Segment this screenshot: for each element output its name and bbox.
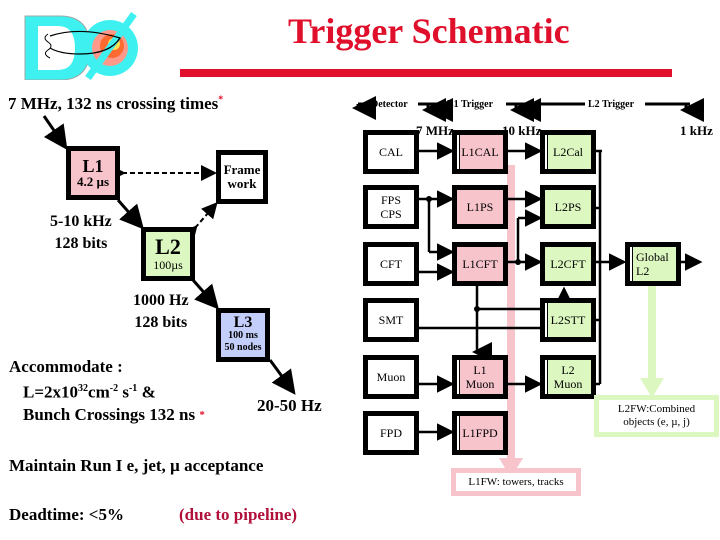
- l1-cft: L1CFT: [452, 242, 508, 286]
- stage-detector: Detector: [371, 99, 408, 110]
- right-flow-lines: [352, 96, 704, 478]
- l2-cft: L2CFT: [540, 242, 596, 286]
- l2-cal: L2Cal: [540, 130, 596, 174]
- l2fw-line1: L2FW:Combined: [617, 403, 696, 415]
- l1fw-label: L1FW: towers, tracks: [468, 476, 564, 488]
- l2-muon: L2 Muon: [540, 355, 596, 399]
- l2-stt: L2STT: [540, 298, 596, 342]
- l1-muon: L1 Muon: [452, 355, 508, 399]
- l1-cal: L1CAL: [452, 130, 508, 174]
- detector-cft: CFT: [363, 242, 419, 286]
- stage-l2-trigger: L2 Trigger: [588, 99, 635, 110]
- l2fw-box: L2FW:Combined objects (e, µ, j): [594, 395, 719, 437]
- global-l2: Global L2: [625, 242, 681, 286]
- l1-fpd: L1FPD: [452, 411, 508, 455]
- stage-l1-trigger: L1 Trigger: [447, 99, 494, 110]
- l1fw-box: L1FW: towers, tracks: [451, 468, 581, 496]
- detector-cal: CAL: [363, 130, 419, 174]
- rate-7mhz: 7 MHz: [416, 123, 454, 138]
- l2-ps: L2PS: [540, 185, 596, 229]
- detector-muon: Muon: [363, 355, 419, 399]
- l1-ps: L1PS: [452, 185, 508, 229]
- rate-1khz: 1 kHz: [680, 123, 713, 138]
- detector-fpd: FPD: [363, 411, 419, 455]
- l2fw-line2: objects (e, µ, j): [623, 416, 690, 428]
- detector-smt: SMT: [363, 298, 419, 342]
- detector-fps-cps: FPS CPS: [363, 185, 419, 229]
